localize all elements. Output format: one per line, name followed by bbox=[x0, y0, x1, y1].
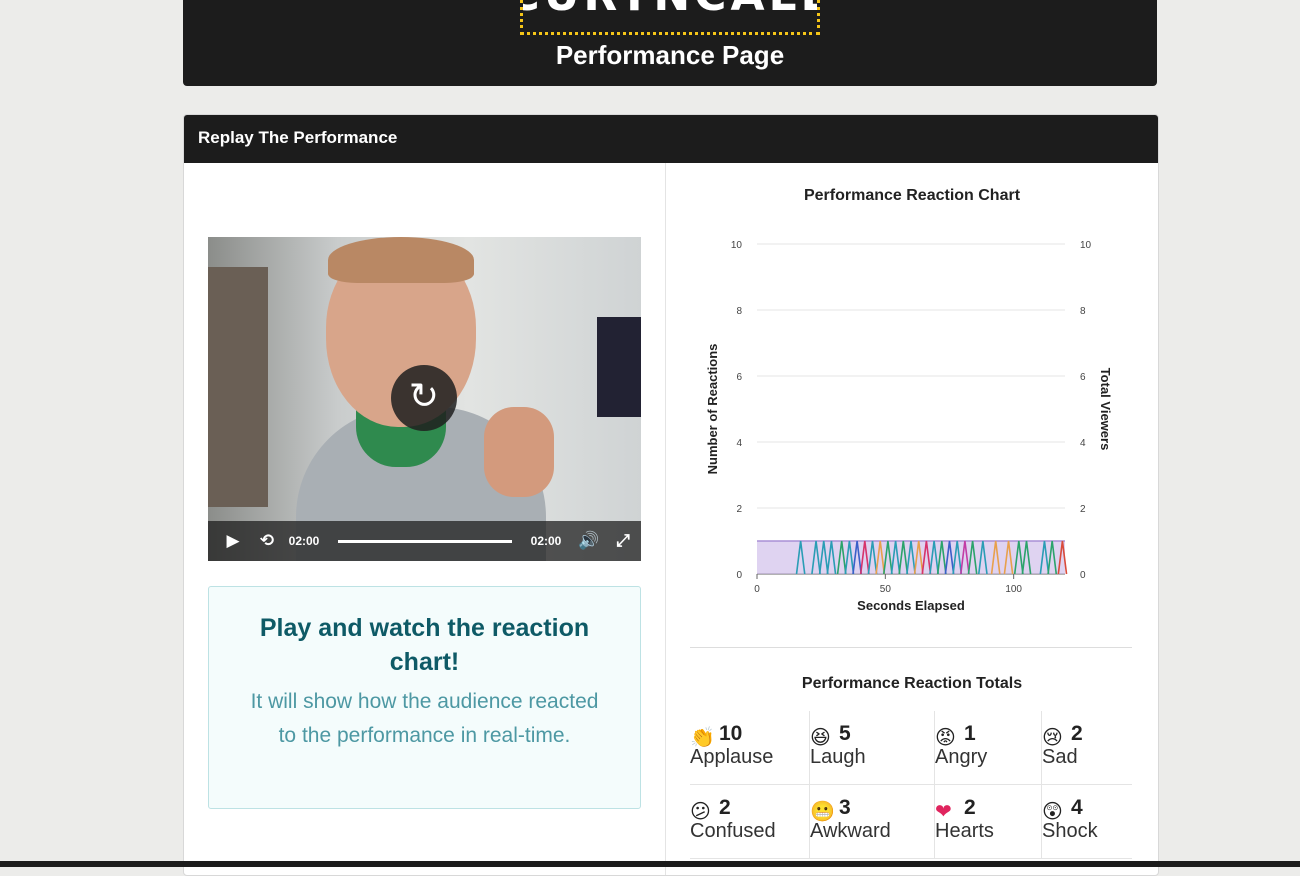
x-axis-label: Seconds Elapsed bbox=[857, 598, 965, 613]
reaction-count: 3 bbox=[839, 796, 851, 819]
panel-title: Replay The Performance bbox=[184, 115, 1158, 163]
x-tick-label: 0 bbox=[754, 584, 760, 595]
chart-title: Performance Reaction Chart bbox=[803, 187, 1021, 204]
y2-tick-label: 6 bbox=[1080, 372, 1086, 383]
y-tick-label: 2 bbox=[736, 504, 742, 515]
reaction-label: Confused bbox=[690, 820, 776, 842]
reaction-total-angry: 😡 1 Angry bbox=[935, 711, 1042, 785]
reaction-total-applause: 👏 10 Applause bbox=[690, 711, 810, 785]
y2-axis-label: Total Viewers bbox=[1098, 368, 1113, 451]
x-tick-label: 100 bbox=[1005, 584, 1022, 595]
y-tick-label: 0 bbox=[736, 570, 742, 581]
video-progress-bar[interactable] bbox=[338, 539, 512, 543]
reaction-count: 2 bbox=[719, 796, 731, 819]
video-person-thumbs-up bbox=[484, 407, 554, 497]
reaction-total-awkward: 😬 3 Awkward bbox=[810, 785, 935, 859]
rewind-10-icon[interactable]: ⟲ bbox=[250, 531, 284, 551]
reaction-chart: 0 02 24 46 68 810 100 50 100Seconds ElapsedNumbe… bbox=[705, 240, 1113, 613]
section-divider bbox=[690, 647, 1132, 648]
current-time: 02:00 bbox=[288, 534, 320, 548]
y2-tick-label: 10 bbox=[1080, 240, 1092, 251]
video-controls: ▶ ⟲ 02:00 02:00 🔊 ⤢ bbox=[208, 521, 641, 561]
reaction-total-hearts: ❤ 2 Hearts bbox=[935, 785, 1042, 859]
y-axis-label: Number of Reactions bbox=[705, 344, 720, 475]
window-bottom-bar bbox=[0, 861, 1300, 867]
x-tick-label: 50 bbox=[880, 584, 892, 595]
reaction-label: Awkward bbox=[810, 820, 891, 842]
reaction-total-sad: 😢 2 Sad bbox=[1042, 711, 1132, 785]
video-background-monitor bbox=[597, 317, 641, 417]
instructions-subtitle: It will show how the audience reacted to… bbox=[250, 690, 599, 747]
reaction-label: Shock bbox=[1042, 820, 1098, 842]
instructions-title: Play and watch the reaction chart! bbox=[259, 614, 590, 676]
page-title: Performance Page bbox=[555, 40, 785, 70]
reaction-count: 4 bbox=[1071, 796, 1083, 819]
column-divider bbox=[665, 163, 666, 875]
volume-icon[interactable]: 🔊 bbox=[572, 531, 606, 551]
totals-title: Performance Reaction Totals bbox=[801, 675, 1023, 692]
y2-tick-label: 0 bbox=[1080, 570, 1086, 581]
y-tick-label: 4 bbox=[736, 438, 742, 449]
reaction-count: 10 bbox=[719, 722, 743, 745]
fullscreen-icon[interactable]: ⤢ bbox=[606, 531, 640, 551]
reaction-total-laugh: 😆 5 Laugh bbox=[810, 711, 935, 785]
y2-tick-label: 2 bbox=[1080, 504, 1086, 515]
brand-logo-text: CURTNCALL bbox=[523, 0, 817, 18]
reaction-total-shock: 😲 4 Shock bbox=[1042, 785, 1132, 859]
reaction-total-confused: 😕 2 Confused bbox=[690, 785, 810, 859]
reaction-count: 5 bbox=[839, 722, 851, 745]
replay-icon[interactable]: ↻ bbox=[391, 365, 457, 431]
reaction-label: Hearts bbox=[935, 820, 994, 842]
y2-tick-label: 4 bbox=[1080, 438, 1086, 449]
y-tick-label: 6 bbox=[736, 372, 742, 383]
reaction-label: Sad bbox=[1042, 746, 1078, 768]
replay-panel: Replay The Performance ↻ ▶ ⟲ 02:00 02:00… bbox=[183, 114, 1159, 876]
reaction-label: Angry bbox=[935, 746, 988, 768]
video-background-shelf bbox=[208, 267, 268, 507]
play-icon[interactable]: ▶ bbox=[216, 531, 250, 551]
duration-time: 02:00 bbox=[530, 534, 562, 548]
video-player[interactable]: ↻ ▶ ⟲ 02:00 02:00 🔊 ⤢ bbox=[208, 237, 641, 561]
reaction-count: 1 bbox=[964, 722, 976, 745]
video-person-hair bbox=[328, 237, 474, 283]
y-tick-label: 8 bbox=[736, 306, 742, 317]
reaction-label: Applause bbox=[690, 746, 774, 768]
brand-marquee-logo: CURTNCALL bbox=[520, 0, 820, 35]
y-tick-label: 10 bbox=[731, 240, 743, 251]
y2-tick-label: 8 bbox=[1080, 306, 1086, 317]
reaction-label: Laugh bbox=[810, 746, 866, 768]
reaction-count: 2 bbox=[1071, 722, 1083, 745]
reaction-count: 2 bbox=[964, 796, 976, 819]
instructions-box: Play and watch the reaction chart! It wi… bbox=[208, 586, 641, 809]
